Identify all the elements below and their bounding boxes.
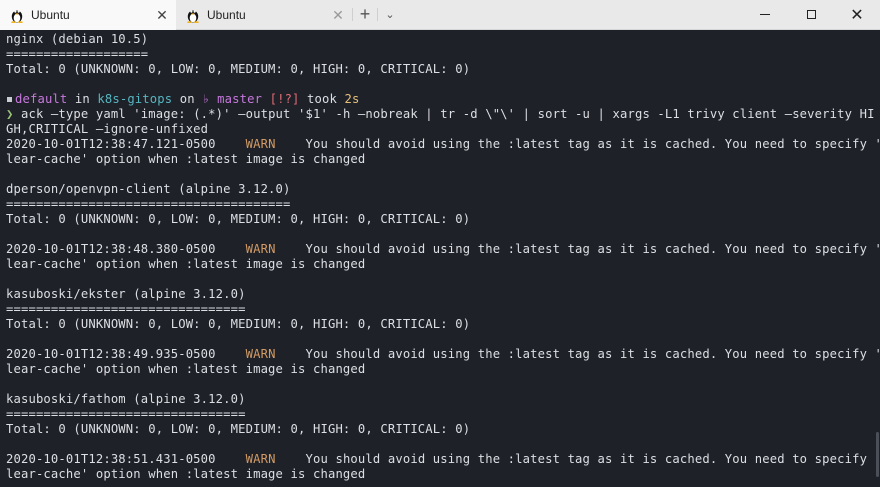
terminal-line: kasuboski/fathom (alpine 3.12.0) <box>6 392 880 407</box>
terminal-text-segment: You should avoid using the :latest tag a… <box>275 347 880 361</box>
terminal-line: nginx (debian 10.5) <box>6 32 880 47</box>
terminal-text-segment: ack —type yaml 'image: (.*)' —output '$1… <box>20 107 875 121</box>
terminal-text-segment: You should avoid using the :latest tag a… <box>275 242 880 256</box>
maximize-button[interactable] <box>788 0 834 29</box>
terminal-line: Total: 0 (UNKNOWN: 0, LOW: 0, MEDIUM: 0,… <box>6 212 880 227</box>
prompt-bullet-icon <box>7 97 12 102</box>
terminal-scrollbar[interactable] <box>874 30 880 487</box>
terminal-output[interactable]: nginx (debian 10.5) =================== To… <box>0 30 880 487</box>
terminal-text-segment: 2s <box>344 92 360 106</box>
maximize-icon <box>806 10 816 19</box>
terminal-line: kasuboski/ekster (alpine 3.12.0) <box>6 287 880 302</box>
terminal-text-segment: WARN <box>245 137 276 151</box>
terminal-text-segment: lear-cache' option when :latest image is… <box>6 152 366 166</box>
tab-close-icon[interactable]: ✕ <box>154 7 170 23</box>
terminal-line: lear-cache' option when :latest image is… <box>6 362 880 377</box>
terminal-line: ================================ <box>6 407 880 422</box>
minimize-button[interactable] <box>742 0 788 29</box>
scrollbar-thumb[interactable] <box>876 432 879 477</box>
tux-icon <box>187 10 199 23</box>
terminal-text-segment: nginx (debian 10.5) <box>6 32 149 46</box>
terminal-text-segment: lear-cache' option when :latest image is… <box>6 257 366 271</box>
terminal-text-segment: You should avoid using the :latest tag a… <box>275 452 880 466</box>
terminal-text-segment: ❯ <box>6 107 21 121</box>
terminal-line: 2020-10-01T12:38:49.935-0500 WARN You sh… <box>6 347 880 362</box>
terminal-line: ================================ <box>6 302 880 317</box>
terminal-line: default in k8s-gitops on ♭ master [!?] t… <box>6 92 880 107</box>
terminal-text-segment: k8s-gitops <box>97 92 173 106</box>
terminal-text-segment: 2020-10-01T12:38:47.121-0500 <box>6 137 246 151</box>
tux-icon <box>11 10 23 23</box>
terminal-text-segment: lear-cache' option when :latest image is… <box>6 467 366 481</box>
terminal-text-segment: dperson/openvpn-client (alpine 3.12.0) <box>6 182 291 196</box>
terminal-text-segment: =================== <box>6 47 149 61</box>
terminal-text-segment: default <box>15 92 68 106</box>
terminal-text-segment: on <box>172 92 203 106</box>
tab-ubuntu-1[interactable]: Ubuntu ✕ <box>0 0 176 30</box>
terminal-text-segment: lear-cache' option when :latest image is… <box>6 362 366 376</box>
terminal-line: ❯ ack —type yaml 'image: (.*)' —output '… <box>6 107 880 122</box>
new-tab-button[interactable]: + <box>353 0 377 29</box>
terminal-text-segment: 2020-10-01T12:38:51.431-0500 <box>6 452 246 466</box>
terminal-text-segment: ================================ <box>6 302 246 316</box>
terminal-line: Total: 0 (UNKNOWN: 0, LOW: 0, MEDIUM: 0,… <box>6 317 880 332</box>
terminal-line: 2020-10-01T12:38:48.380-0500 WARN You sh… <box>6 242 880 257</box>
terminal-text-segment: WARN <box>245 347 276 361</box>
terminal-text-segment: in <box>67 92 98 106</box>
terminal-text-segment: 2020-10-01T12:38:48.380-0500 <box>6 242 246 256</box>
terminal-line: Total: 0 (UNKNOWN: 0, LOW: 0, MEDIUM: 0,… <box>6 422 880 437</box>
terminal-line: 2020-10-01T12:38:47.121-0500 WARN You sh… <box>6 137 880 152</box>
terminal-line: lear-cache' option when :latest image is… <box>6 467 880 482</box>
terminal-text-segment: kasuboski/ekster (alpine 3.12.0) <box>6 287 246 301</box>
terminal-text-segment: ================================ <box>6 407 246 421</box>
window-close-button[interactable]: ✕ <box>834 0 880 29</box>
tab-label: Ubuntu <box>31 8 70 22</box>
terminal-text-segment: You should avoid using the :latest tag a… <box>275 137 880 151</box>
tab-label: Ubuntu <box>207 8 246 22</box>
title-bar: Ubuntu ✕ Ubuntu ✕ + ⌄ ✕ <box>0 0 880 30</box>
terminal-text-segment: Total: 0 (UNKNOWN: 0, LOW: 0, MEDIUM: 0,… <box>6 62 471 76</box>
terminal-text-segment: kasuboski/fathom (alpine 3.12.0) <box>6 392 246 406</box>
terminal-line: Total: 0 (UNKNOWN: 0, LOW: 0, MEDIUM: 0,… <box>6 62 880 77</box>
terminal-line: 2020-10-01T12:38:51.431-0500 WARN You sh… <box>6 452 880 467</box>
terminal-text-segment: 2020-10-01T12:38:49.935-0500 <box>6 347 246 361</box>
drag-region[interactable] <box>402 0 742 29</box>
minimize-icon <box>760 14 770 15</box>
terminal-text-segment: took <box>299 92 345 106</box>
terminal-line: lear-cache' option when :latest image is… <box>6 257 880 272</box>
terminal-text-segment: ====================================== <box>6 197 291 211</box>
terminal-line: =================== <box>6 47 880 62</box>
tab-dropdown-button[interactable]: ⌄ <box>378 0 402 29</box>
terminal-line: dperson/openvpn-client (alpine 3.12.0) <box>6 182 880 197</box>
terminal-text-segment: Total: 0 (UNKNOWN: 0, LOW: 0, MEDIUM: 0,… <box>6 317 471 331</box>
terminal-text-segment: Total: 0 (UNKNOWN: 0, LOW: 0, MEDIUM: 0,… <box>6 422 471 436</box>
terminal-text-segment: ♭ master <box>202 92 263 106</box>
terminal-text-segment: Total: 0 (UNKNOWN: 0, LOW: 0, MEDIUM: 0,… <box>6 212 471 226</box>
terminal-text-segment: WARN <box>245 242 276 256</box>
terminal-text-segment: WARN <box>245 452 276 466</box>
terminal-line: GH,CRITICAL —ignore-unfixed <box>6 122 880 137</box>
terminal-text-segment: [!?] <box>262 92 300 106</box>
tab-close-icon[interactable]: ✕ <box>330 7 346 23</box>
tab-ubuntu-2[interactable]: Ubuntu ✕ <box>176 0 352 30</box>
terminal-line: lear-cache' option when :latest image is… <box>6 152 880 167</box>
terminal-text-segment: GH,CRITICAL —ignore-unfixed <box>6 122 209 136</box>
terminal-line: ====================================== <box>6 197 880 212</box>
